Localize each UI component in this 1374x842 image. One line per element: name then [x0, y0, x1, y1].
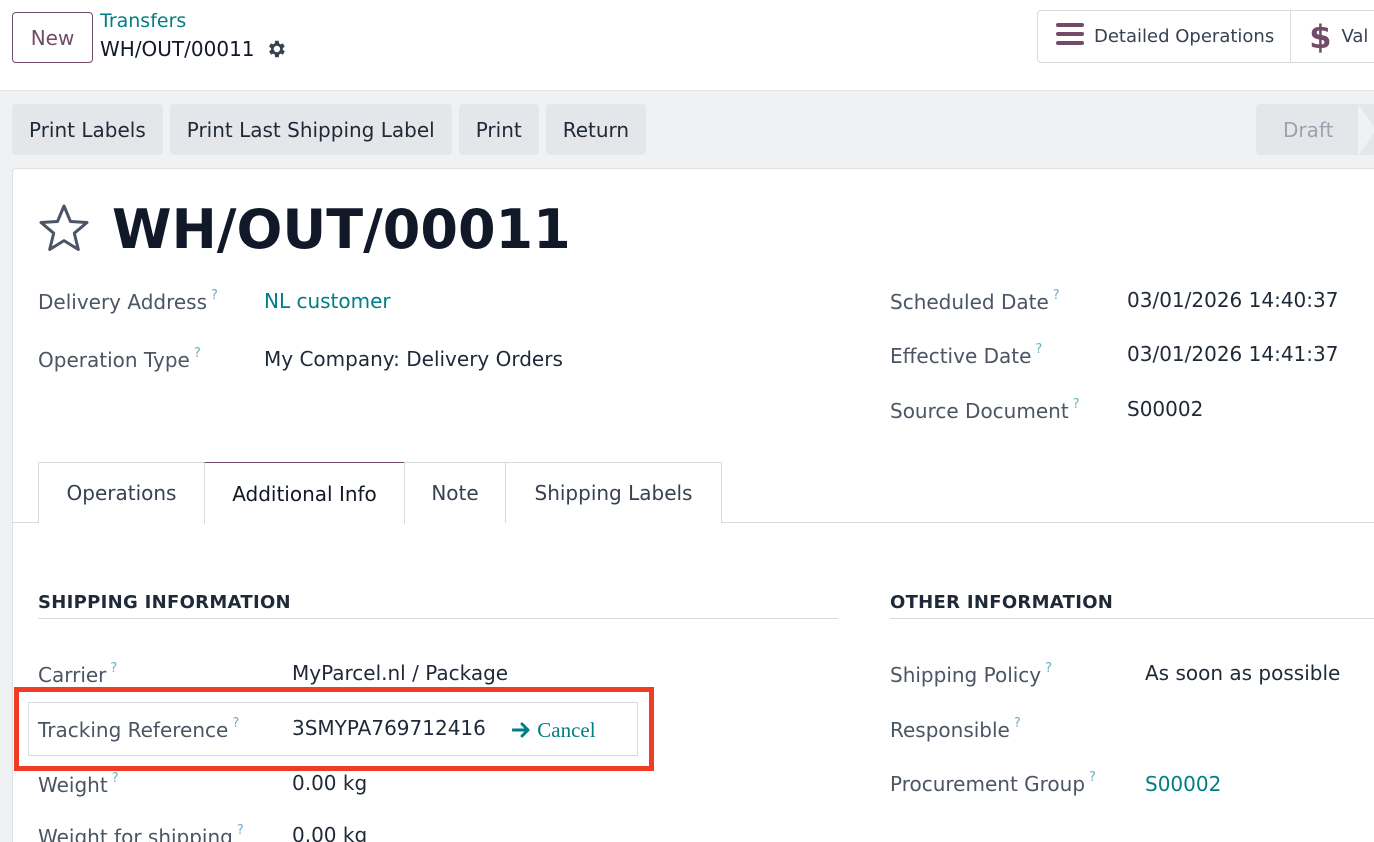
carrier-label: Carrier?: [38, 661, 117, 687]
delivery-address-label-text: Delivery Address: [38, 290, 208, 314]
delivery-address-label: Delivery Address?: [38, 288, 218, 314]
scheduled-date-label-text: Scheduled Date: [890, 290, 1049, 314]
arrow-right-icon: [511, 718, 537, 742]
weight-for-shipping-label: Weight for shipping?: [38, 823, 244, 842]
weight-for-shipping-unit: kg: [342, 823, 368, 842]
tab-note[interactable]: Note: [404, 462, 506, 523]
procurement-group-label: Procurement Group?: [890, 770, 1096, 796]
valuation-button[interactable]: $ Val: [1291, 11, 1374, 62]
shipping-policy-value[interactable]: As soon as possible: [1145, 661, 1340, 685]
help-icon[interactable]: ?: [1053, 288, 1060, 303]
return-button[interactable]: Return: [545, 104, 647, 155]
weight-unit: kg: [342, 771, 368, 795]
help-icon[interactable]: ?: [1045, 661, 1052, 676]
carrier-label-text: Carrier: [38, 663, 107, 687]
weight-value[interactable]: 0.00 kg: [292, 771, 367, 795]
weight-number: 0.00: [292, 771, 337, 795]
print-labels-button[interactable]: Print Labels: [12, 104, 163, 155]
other-section-divider: [890, 618, 1374, 619]
record-title: WH/OUT/00011: [112, 198, 571, 261]
tab-operations[interactable]: Operations: [38, 462, 205, 523]
detailed-operations-button[interactable]: Detailed Operations: [1038, 11, 1292, 62]
responsible-label: Responsible?: [890, 716, 1021, 742]
scheduled-date-label: Scheduled Date?: [890, 288, 1060, 314]
effective-date-label-text: Effective Date: [890, 344, 1032, 368]
weight-for-shipping-number: 0.00: [292, 823, 337, 842]
procurement-group-label-text: Procurement Group: [890, 772, 1086, 796]
scheduled-date-value[interactable]: 03/01/2026 14:40:37: [1127, 288, 1338, 312]
procurement-group-value[interactable]: S00002: [1145, 772, 1221, 796]
help-icon[interactable]: ?: [1035, 342, 1042, 357]
tracking-reference-label-text: Tracking Reference: [38, 718, 229, 742]
help-icon[interactable]: ?: [1073, 397, 1080, 412]
record-title-row: WH/OUT/00011: [38, 198, 571, 261]
status-draft[interactable]: Draft: [1256, 104, 1374, 155]
star-icon[interactable]: [38, 203, 90, 257]
tracking-reference-label: Tracking Reference?: [38, 716, 239, 742]
breadcrumb-current: WH/OUT/00011: [100, 37, 287, 61]
tracking-reference-value[interactable]: 3SMYPA769712416: [292, 716, 486, 740]
print-last-shipping-label-button[interactable]: Print Last Shipping Label: [169, 104, 452, 155]
source-document-label: Source Document?: [890, 397, 1080, 423]
list-icon: [1056, 23, 1084, 50]
gear-icon[interactable]: [265, 38, 287, 60]
operation-type-label: Operation Type?: [38, 346, 201, 372]
weight-label-text: Weight: [38, 773, 108, 797]
other-information-heading: OTHER INFORMATION: [890, 592, 1114, 613]
delivery-address-value[interactable]: NL customer: [264, 289, 391, 313]
status-chevron: [1358, 104, 1374, 155]
top-action-group: Detailed Operations $ Val: [1037, 10, 1374, 63]
shipping-information-heading: SHIPPING INFORMATION: [38, 592, 291, 613]
help-icon[interactable]: ?: [112, 771, 119, 786]
effective-date-value: 03/01/2026 14:41:37: [1127, 342, 1339, 366]
weight-label: Weight?: [38, 771, 119, 797]
operation-type-value[interactable]: My Company: Delivery Orders: [264, 347, 563, 371]
valuation-label: Val: [1341, 26, 1369, 47]
source-document-value[interactable]: S00002: [1127, 397, 1203, 421]
breadcrumb-current-label: WH/OUT/00011: [100, 37, 255, 61]
control-panel: New Transfers WH/OUT/00011 Detailed Oper…: [0, 0, 1374, 91]
help-icon[interactable]: ?: [110, 661, 117, 676]
cancel-label: Cancel: [537, 718, 596, 742]
help-icon[interactable]: ?: [211, 288, 218, 303]
operation-type-label-text: Operation Type: [38, 348, 190, 372]
carrier-value[interactable]: MyParcel.nl / Package: [292, 661, 508, 685]
responsible-label-text: Responsible: [890, 718, 1010, 742]
breadcrumb-transfers[interactable]: Transfers: [100, 10, 186, 32]
weight-for-shipping-label-text: Weight for shipping: [38, 825, 233, 842]
help-icon[interactable]: ?: [237, 823, 244, 838]
new-button[interactable]: New: [12, 12, 93, 63]
help-icon[interactable]: ?: [1014, 716, 1021, 731]
action-button-row: Print Labels Print Last Shipping Label P…: [12, 104, 647, 155]
print-button[interactable]: Print: [458, 104, 539, 155]
status-draft-label: Draft: [1283, 117, 1334, 142]
shipping-policy-label: Shipping Policy?: [890, 661, 1052, 687]
cancel-shipment-link[interactable]: Cancel: [511, 718, 596, 743]
effective-date-label: Effective Date?: [890, 342, 1042, 368]
help-icon[interactable]: ?: [194, 346, 201, 361]
weight-for-shipping-value[interactable]: 0.00 kg: [292, 823, 367, 842]
detailed-operations-label: Detailed Operations: [1094, 26, 1275, 47]
help-icon[interactable]: ?: [1089, 770, 1096, 785]
tab-shipping-labels[interactable]: Shipping Labels: [505, 462, 722, 523]
shipping-section-divider: [38, 618, 838, 619]
help-icon[interactable]: ?: [232, 716, 239, 731]
source-document-label-text: Source Document: [890, 399, 1069, 423]
shipping-policy-label-text: Shipping Policy: [890, 663, 1042, 687]
tab-additional-info[interactable]: Additional Info: [204, 462, 405, 524]
dollar-icon: $: [1309, 17, 1332, 56]
